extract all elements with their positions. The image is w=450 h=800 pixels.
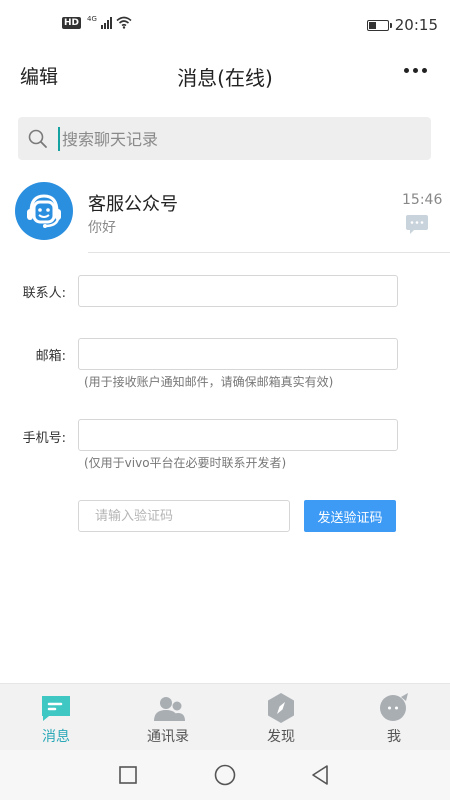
status-bar: HD 4G 20:15 xyxy=(0,0,450,50)
phone-field[interactable] xyxy=(78,419,398,451)
phone-label: 手机号: xyxy=(22,431,66,446)
tab-messages-label: 消息 xyxy=(42,729,70,745)
hd-badge: HD xyxy=(62,16,82,29)
chat-bubble-icon xyxy=(405,214,429,240)
chat-name: 客服公众号 xyxy=(88,194,178,215)
tab-discover[interactable]: 发现 xyxy=(225,684,337,751)
battery-level xyxy=(368,21,376,29)
contacts-icon xyxy=(154,697,185,721)
headset-robot-icon xyxy=(27,194,61,228)
email-hint: (用于接收账户通知邮件，请确保邮箱真实有效) xyxy=(84,375,334,389)
tab-discover-label: 发现 xyxy=(267,729,295,745)
back-icon[interactable] xyxy=(311,764,329,786)
compass-icon xyxy=(268,693,294,723)
phone-hint: (仅用于vivo平台在必要时联系开发者) xyxy=(84,456,287,470)
contact-label: 联系人: xyxy=(22,286,66,301)
email-label: 邮箱: xyxy=(35,349,66,364)
search-icon xyxy=(28,129,47,148)
tab-contacts-label: 通讯录 xyxy=(147,729,189,745)
verification-code-input[interactable] xyxy=(78,500,290,532)
page-title: 消息(在线) xyxy=(177,66,273,90)
tab-contacts[interactable]: 通讯录 xyxy=(112,684,224,751)
system-nav-bar xyxy=(0,750,450,800)
search-input[interactable] xyxy=(58,127,422,151)
network-type: 4G xyxy=(87,14,97,23)
chat-time: 15:46 xyxy=(402,192,443,208)
divider xyxy=(88,252,450,253)
contact-field[interactable] xyxy=(78,275,398,307)
chat-last-message: 你好 xyxy=(88,220,116,236)
email-field[interactable] xyxy=(78,338,398,370)
bottom-nav: 消息 通讯录 发现 我 xyxy=(0,683,450,750)
send-code-button[interactable]: 发送验证码 xyxy=(304,500,396,532)
edit-button[interactable]: 编辑 xyxy=(20,62,58,89)
avatar[interactable] xyxy=(15,182,73,240)
tab-me[interactable]: 我 xyxy=(338,684,450,751)
more-dots-icon[interactable] xyxy=(404,68,427,73)
status-right: 20:15 xyxy=(366,16,438,34)
status-time: 20:15 xyxy=(394,16,438,34)
status-left: HD 4G xyxy=(62,14,132,29)
wifi-icon xyxy=(116,16,132,29)
tab-messages[interactable]: 消息 xyxy=(0,684,112,751)
recent-apps-icon[interactable] xyxy=(119,766,137,784)
message-icon xyxy=(42,696,70,721)
signal-icon xyxy=(100,16,112,29)
home-icon[interactable] xyxy=(214,764,236,786)
tab-me-label: 我 xyxy=(387,729,401,745)
me-icon xyxy=(380,693,408,721)
battery-icon xyxy=(366,19,392,31)
search-bar[interactable] xyxy=(18,117,431,160)
